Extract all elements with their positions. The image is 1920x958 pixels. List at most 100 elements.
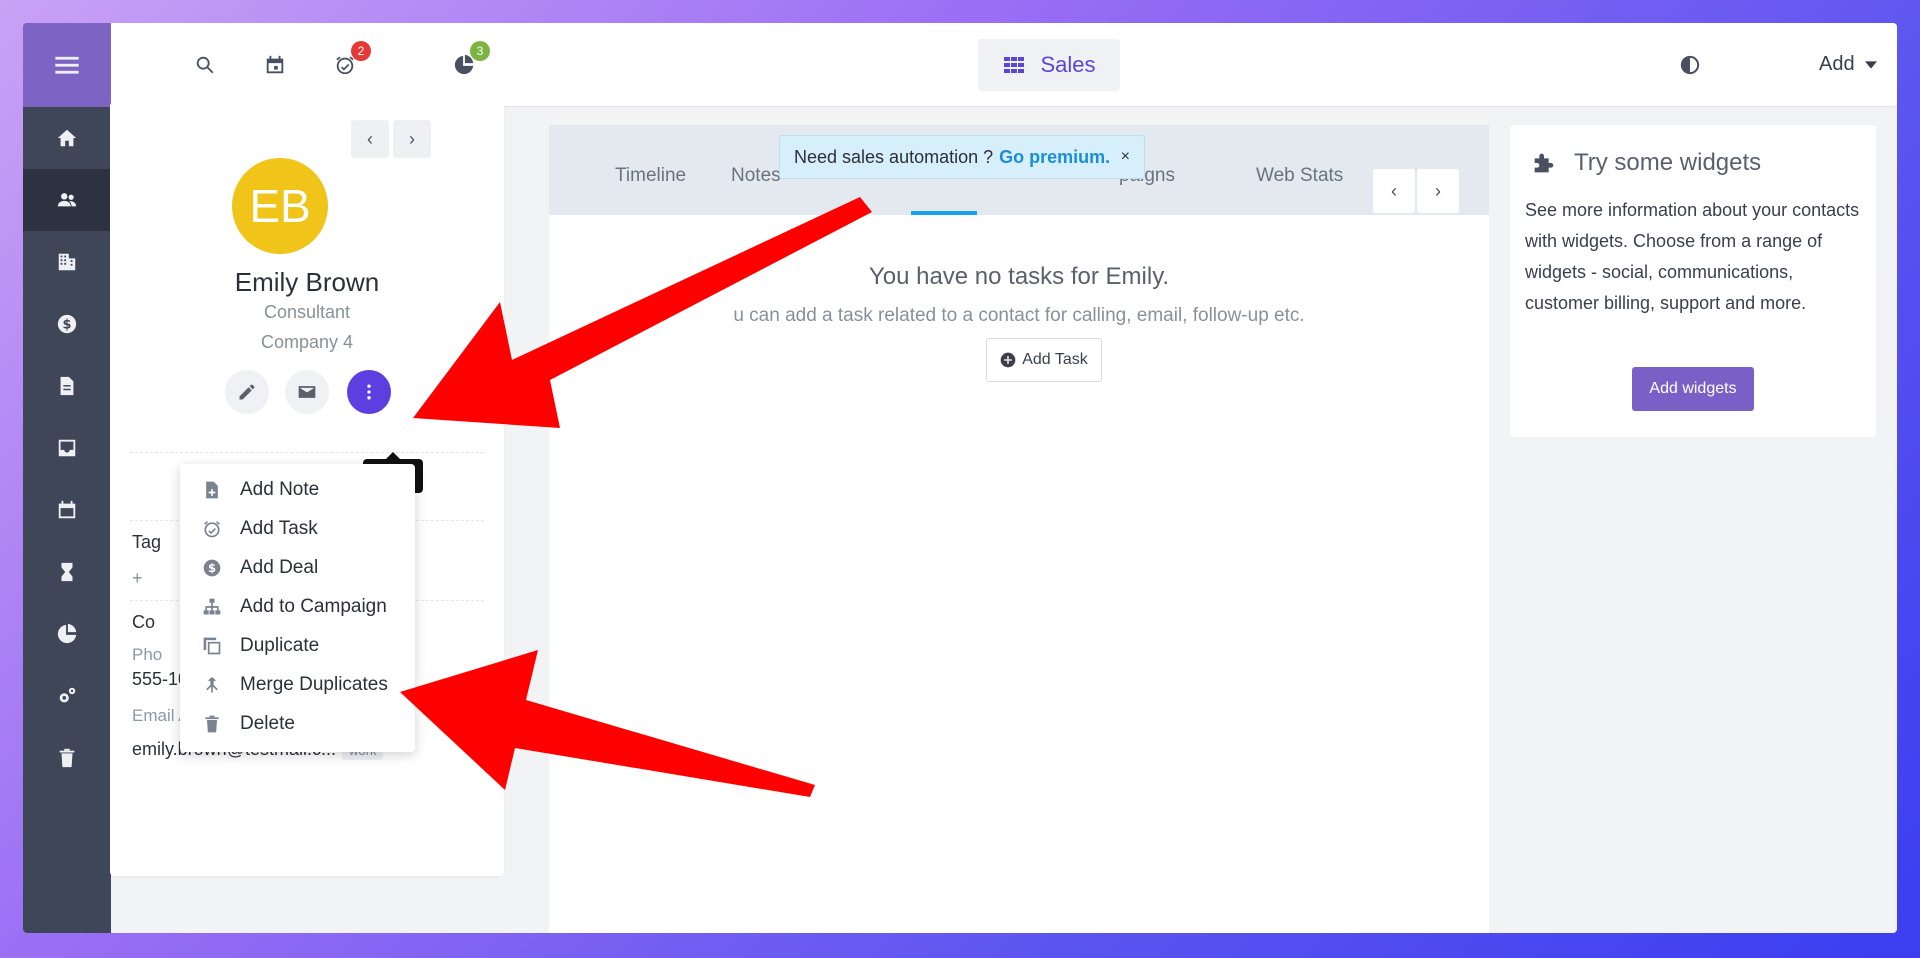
next-contact-button[interactable]: › (393, 120, 431, 158)
document-icon (60, 376, 74, 396)
sidebar-item-contacts[interactable] (23, 169, 111, 231)
calendar-button[interactable] (261, 51, 289, 79)
add-task-label: Add Task (1022, 351, 1088, 368)
calendar-icon (58, 500, 76, 519)
add-label: Add (1819, 53, 1855, 75)
contact-company[interactable]: Company 4 (110, 332, 504, 353)
theme-toggle-button[interactable] (1676, 51, 1704, 79)
contact-info-label: Co (132, 612, 156, 632)
svg-text:$: $ (208, 561, 216, 575)
go-premium-link[interactable]: Go premium. (999, 147, 1110, 168)
sidebar-item-home[interactable] (23, 107, 111, 169)
menu-item-add-note[interactable]: Add Note (180, 470, 415, 509)
sidebar-item-deals[interactable]: $ (23, 293, 111, 355)
menu-item-add-to-campaign[interactable]: Add to Campaign (180, 587, 415, 626)
svg-text:$: $ (63, 318, 72, 333)
menu-item-label: Add to Campaign (240, 595, 387, 617)
sidebar-item-tasks[interactable] (23, 541, 111, 603)
menu-item-label: Add Task (240, 517, 318, 539)
menu-toggle-button[interactable] (23, 23, 111, 107)
menu-item-label: Merge Duplicates (240, 673, 388, 695)
reminders-button[interactable]: 2 (331, 41, 371, 79)
activity-tabs: Timeline Notes paigns Web Stats ‹ › Need… (549, 125, 1489, 215)
sidebar-item-documents[interactable] (23, 355, 111, 417)
tab-web-stats[interactable]: Web Stats (1256, 165, 1343, 187)
sitemap-icon (203, 598, 221, 614)
chevron-right-icon: › (1435, 180, 1441, 201)
app-switch-label: Sales (1040, 52, 1096, 77)
sidebar-item-reports[interactable] (23, 603, 111, 665)
plus-circle-icon (1000, 352, 1016, 368)
menu-item-label: Add Deal (240, 556, 319, 578)
chevron-left-icon: ‹ (367, 128, 373, 149)
add-tag-button[interactable]: + (132, 568, 143, 589)
trash-icon (205, 715, 219, 732)
tabs-scroll-right-button[interactable]: › (1417, 169, 1459, 213)
menu-item-label: Delete (240, 712, 295, 734)
active-tab-indicator (911, 211, 977, 215)
top-bar: 2 3 Sales Add (111, 23, 1897, 107)
chevron-left-icon: ‹ (1391, 180, 1397, 201)
merge-icon (206, 677, 218, 692)
empty-tasks-title: You have no tasks for Emily. (868, 263, 1170, 290)
app-switch-button[interactable]: Sales (978, 39, 1120, 91)
dots-vertical-icon (367, 384, 371, 400)
menu-item-delete[interactable]: Delete (180, 704, 415, 743)
contacts-icon (57, 193, 77, 207)
close-banner-button[interactable]: × (1121, 148, 1130, 166)
menu-item-duplicate[interactable]: Duplicate (180, 626, 415, 665)
sidebar-item-calendar[interactable] (23, 479, 111, 541)
inbox-icon (58, 439, 76, 457)
contact-avatar: EB (232, 158, 328, 254)
add-task-button[interactable]: Add Task (986, 338, 1102, 382)
caret-down-icon (1864, 60, 1877, 69)
tab-notes[interactable]: Notes (731, 165, 781, 187)
email-contact-button[interactable] (285, 370, 329, 414)
add-dropdown-button[interactable]: Add (1819, 53, 1877, 76)
menu-item-add-deal[interactable]: $ Add Deal (180, 548, 415, 587)
menu-item-merge-duplicates[interactable]: Merge Duplicates (180, 665, 415, 704)
envelope-icon (298, 386, 316, 398)
search-button[interactable] (191, 51, 219, 79)
menu-item-add-task[interactable]: Add Task (180, 509, 415, 548)
premium-text: Need sales automation ? (794, 146, 994, 167)
sidebar: $ (23, 23, 111, 933)
sidebar-item-trash[interactable] (23, 727, 111, 789)
premium-banner: Need sales automation ? Go premium. × (779, 135, 1145, 179)
menu-item-label: Add Note (240, 478, 320, 500)
activity-panel: Timeline Notes paigns Web Stats ‹ › Need… (549, 125, 1489, 933)
reminders-badge: 2 (351, 41, 371, 61)
more-actions-button[interactable] (347, 370, 391, 414)
sidebar-item-settings[interactable] (23, 665, 111, 727)
reports-button[interactable]: 3 (450, 41, 490, 79)
chevron-right-icon: › (409, 128, 415, 149)
note-plus-icon (206, 481, 218, 498)
add-widgets-button[interactable]: Add widgets (1632, 367, 1754, 411)
home-icon (57, 129, 77, 147)
prev-contact-button[interactable]: ‹ (351, 120, 389, 158)
duplicate-icon (203, 637, 221, 654)
trash-icon (59, 748, 75, 768)
pencil-icon (239, 384, 255, 400)
hourglass-icon (61, 562, 73, 582)
edit-contact-button[interactable] (225, 370, 269, 414)
contact-name: Emily Brown (234, 267, 380, 297)
gears-icon (59, 687, 76, 703)
dollar-circle-icon: $ (57, 314, 77, 334)
contact-title: Consultant (263, 302, 351, 322)
sidebar-item-companies[interactable] (23, 231, 111, 293)
tags-label: Tag (132, 532, 162, 552)
menu-item-label: Duplicate (240, 634, 320, 656)
sidebar-item-inbox[interactable] (23, 417, 111, 479)
calendar-icon (266, 55, 284, 74)
widgets-card: Try some widgets See more information ab… (1510, 125, 1876, 437)
widgets-title: Try some widgets (1530, 149, 1761, 177)
alarm-check-icon (204, 520, 220, 537)
phone-label: Pho (132, 645, 163, 664)
tabs-scroll-left-button[interactable]: ‹ (1373, 169, 1415, 213)
tab-timeline[interactable]: Timeline (615, 165, 686, 187)
widgets-title-text: Try some widgets (1574, 149, 1762, 176)
pie-chart-icon (57, 623, 77, 644)
grid-icon (1004, 57, 1025, 73)
app-window: $ 2 3 Sales Add ‹ › EB Emily Brown Consu… (23, 23, 1897, 933)
